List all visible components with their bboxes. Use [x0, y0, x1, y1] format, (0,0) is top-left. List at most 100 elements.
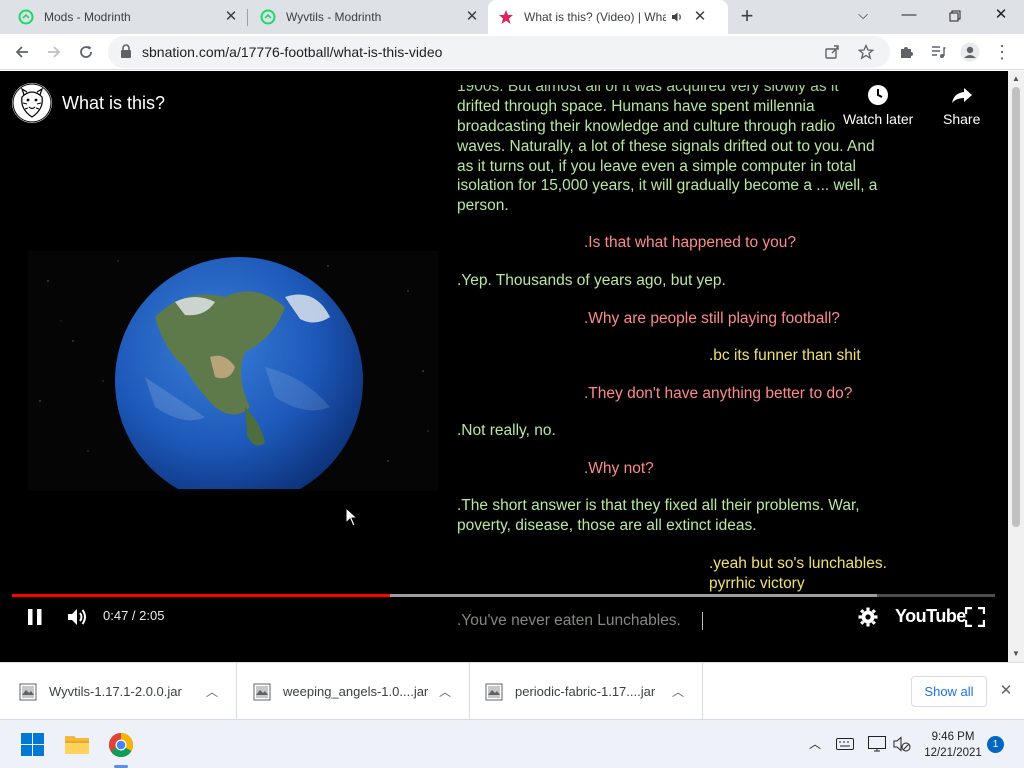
chat-line: broadcasting their knowledge and culture… [457, 118, 836, 135]
download-filename: weeping_angels-1.0....jar [283, 684, 429, 699]
close-downloads-icon[interactable]: ✕ [996, 681, 1016, 701]
clock-icon [868, 85, 889, 105]
forward-arrow-icon[interactable] [40, 38, 68, 66]
tab-title: Mods - Modrinth [44, 10, 131, 24]
display-monitor-icon[interactable] [868, 736, 886, 752]
tab-close-icon[interactable]: ✕ [221, 7, 241, 27]
tab-title: Wyvtils - Modrinth [286, 10, 382, 24]
lock-icon[interactable] [120, 44, 132, 59]
chat-line: waves. Naturally, a lot of these signals… [457, 138, 875, 155]
clock-time: 9:46 PM [931, 731, 975, 743]
scrollbar-thumb[interactable] [1012, 87, 1020, 527]
chat-line: 1900s. But almost all of it was acquired… [457, 78, 839, 95]
chrome-icon[interactable] [108, 732, 134, 758]
media-control-icon[interactable] [924, 38, 952, 66]
chat-line: isolation for 15,000 years, it will grad… [457, 177, 878, 194]
profile-avatar-icon[interactable] [956, 38, 984, 66]
tab-strip: Mods - Modrinth ✕ Wyvtils - Modrinth ✕ W… [0, 0, 1024, 34]
chat-line: .They don't have anything better to do? [584, 385, 853, 402]
volume-icon[interactable] [66, 606, 88, 628]
mouse-pointer-icon [345, 507, 359, 527]
tab-search-chevron-icon[interactable]: ⌵ [840, 0, 886, 32]
chat-line: poverty, disease, those are all extinct … [457, 517, 757, 534]
chat-line: .bc its funner than shit [709, 347, 861, 364]
chat-line: .yeah but so's lunchables. [709, 555, 887, 572]
text-cursor [702, 612, 703, 630]
download-item[interactable]: weeping_angels-1.0....jar ︿ [237, 663, 470, 720]
share-page-icon[interactable] [824, 44, 840, 60]
chat-line: .Yep. Thousands of years ago, but yep. [457, 272, 726, 289]
share-arrow-icon [951, 88, 972, 103]
url-text[interactable]: sbnation.com/a/17776-football/what-is-th… [142, 44, 442, 60]
video-player[interactable]: What is this? 1900s. But almost all of i… [0, 71, 1008, 662]
chevron-up-icon[interactable]: ︿ [435, 683, 455, 700]
download-filename: Wyvtils-1.17.1-2.0.0.jar [49, 684, 182, 699]
notification-badge[interactable]: 1 [987, 736, 1004, 753]
share-label: Share [943, 111, 981, 127]
back-arrow-icon[interactable] [8, 38, 36, 66]
tab-close-icon[interactable]: ✕ [690, 7, 710, 27]
speaker-audio-icon[interactable] [670, 10, 684, 24]
watch-later-button[interactable]: Watch later [843, 83, 913, 127]
fullscreen-icon[interactable] [965, 607, 985, 627]
reload-icon[interactable] [72, 38, 100, 66]
chat-line: person. [457, 197, 509, 214]
keyboard-icon[interactable] [836, 738, 854, 750]
show-all-button[interactable]: Show all [911, 676, 987, 707]
chat-line: .You've never eaten Lunchables. [457, 612, 681, 629]
new-tab-plus-icon[interactable]: + [733, 2, 761, 30]
kebab-menu-icon[interactable]: ⋮ [988, 38, 1016, 66]
taskbar-clock[interactable]: 9:46 PM 12/21/2021 [918, 729, 988, 761]
video-time: 0:47 / 2:05 [103, 608, 165, 623]
tiger-cartoon-icon [12, 83, 52, 123]
modrinth-icon [260, 9, 276, 25]
tab-mods-modrinth[interactable]: Mods - Modrinth ✕ [0, 0, 247, 34]
watch-later-label: Watch later [843, 111, 914, 127]
bookmark-star-icon[interactable] [858, 44, 874, 60]
chat-line: .Why not? [584, 460, 654, 477]
restore-icon[interactable] [932, 0, 978, 32]
jar-file-icon [485, 683, 503, 700]
pause-icon[interactable] [26, 608, 44, 626]
jar-file-icon [253, 683, 271, 700]
video-title[interactable]: What is this? [62, 93, 165, 114]
chat-line: drifted through space. Humans have spent… [457, 98, 815, 115]
channel-avatar[interactable] [12, 83, 52, 123]
chat-line: .Is that what happened to you? [584, 234, 796, 251]
downloads-bar: Wyvtils-1.17.1-2.0.0.jar ︿ weeping_angel… [0, 662, 1024, 720]
star-favicon-icon [499, 10, 513, 24]
page-scrollbar[interactable]: ▲ ▼ [1008, 71, 1024, 662]
windows-taskbar: ︿ 9:46 PM 12/21/2021 1 [0, 719, 1024, 768]
download-filename: periodic-fabric-1.17....jar [515, 684, 656, 699]
chat-line: .Not really, no. [457, 422, 556, 439]
share-button[interactable]: Share [943, 83, 980, 127]
scroll-up-arrow-icon[interactable]: ▲ [1012, 74, 1020, 83]
progress-bar[interactable] [12, 594, 995, 597]
minimize-icon[interactable]: — [886, 0, 932, 32]
chat-line: .Why are people still playing football? [584, 310, 840, 327]
tray-overflow-chevron-icon[interactable]: ︿ [809, 735, 821, 752]
chat-line: .The short answer is that they fixed all… [457, 497, 860, 514]
download-item[interactable]: Wyvtils-1.17.1-2.0.0.jar ︿ [0, 663, 237, 720]
chat-line: pyrrhic victory [709, 575, 805, 592]
youtube-logo[interactable]: YouTube [895, 606, 966, 627]
tab-close-icon[interactable]: ✕ [462, 7, 482, 27]
tab-wyvtils-modrinth[interactable]: Wyvtils - Modrinth ✕ [248, 0, 488, 34]
tab-what-is-this-video[interactable]: What is this? (Video) | What i ✕ [488, 0, 728, 34]
close-window-icon[interactable]: ✕ [978, 0, 1024, 32]
windows-start-icon[interactable] [21, 733, 44, 756]
download-item[interactable]: periodic-fabric-1.17....jar ︿ [470, 663, 703, 720]
earth-globe-image [115, 257, 363, 489]
clock-date: 12/21/2021 [924, 747, 982, 759]
address-bar[interactable]: sbnation.com/a/17776-football/what-is-th… [108, 36, 890, 68]
volume-muted-icon[interactable] [893, 736, 911, 752]
tab-title: What is this? (Video) | What i [524, 10, 666, 24]
browser-toolbar: sbnation.com/a/17776-football/what-is-th… [0, 34, 1024, 70]
extensions-puzzle-icon[interactable] [892, 38, 920, 66]
chevron-up-icon[interactable]: ︿ [668, 683, 688, 700]
settings-gear-icon[interactable] [858, 607, 878, 627]
file-explorer-icon[interactable] [64, 732, 90, 756]
chevron-up-icon[interactable]: ︿ [202, 683, 222, 700]
progress-played [12, 594, 391, 597]
scroll-down-arrow-icon[interactable]: ▼ [1012, 649, 1020, 658]
